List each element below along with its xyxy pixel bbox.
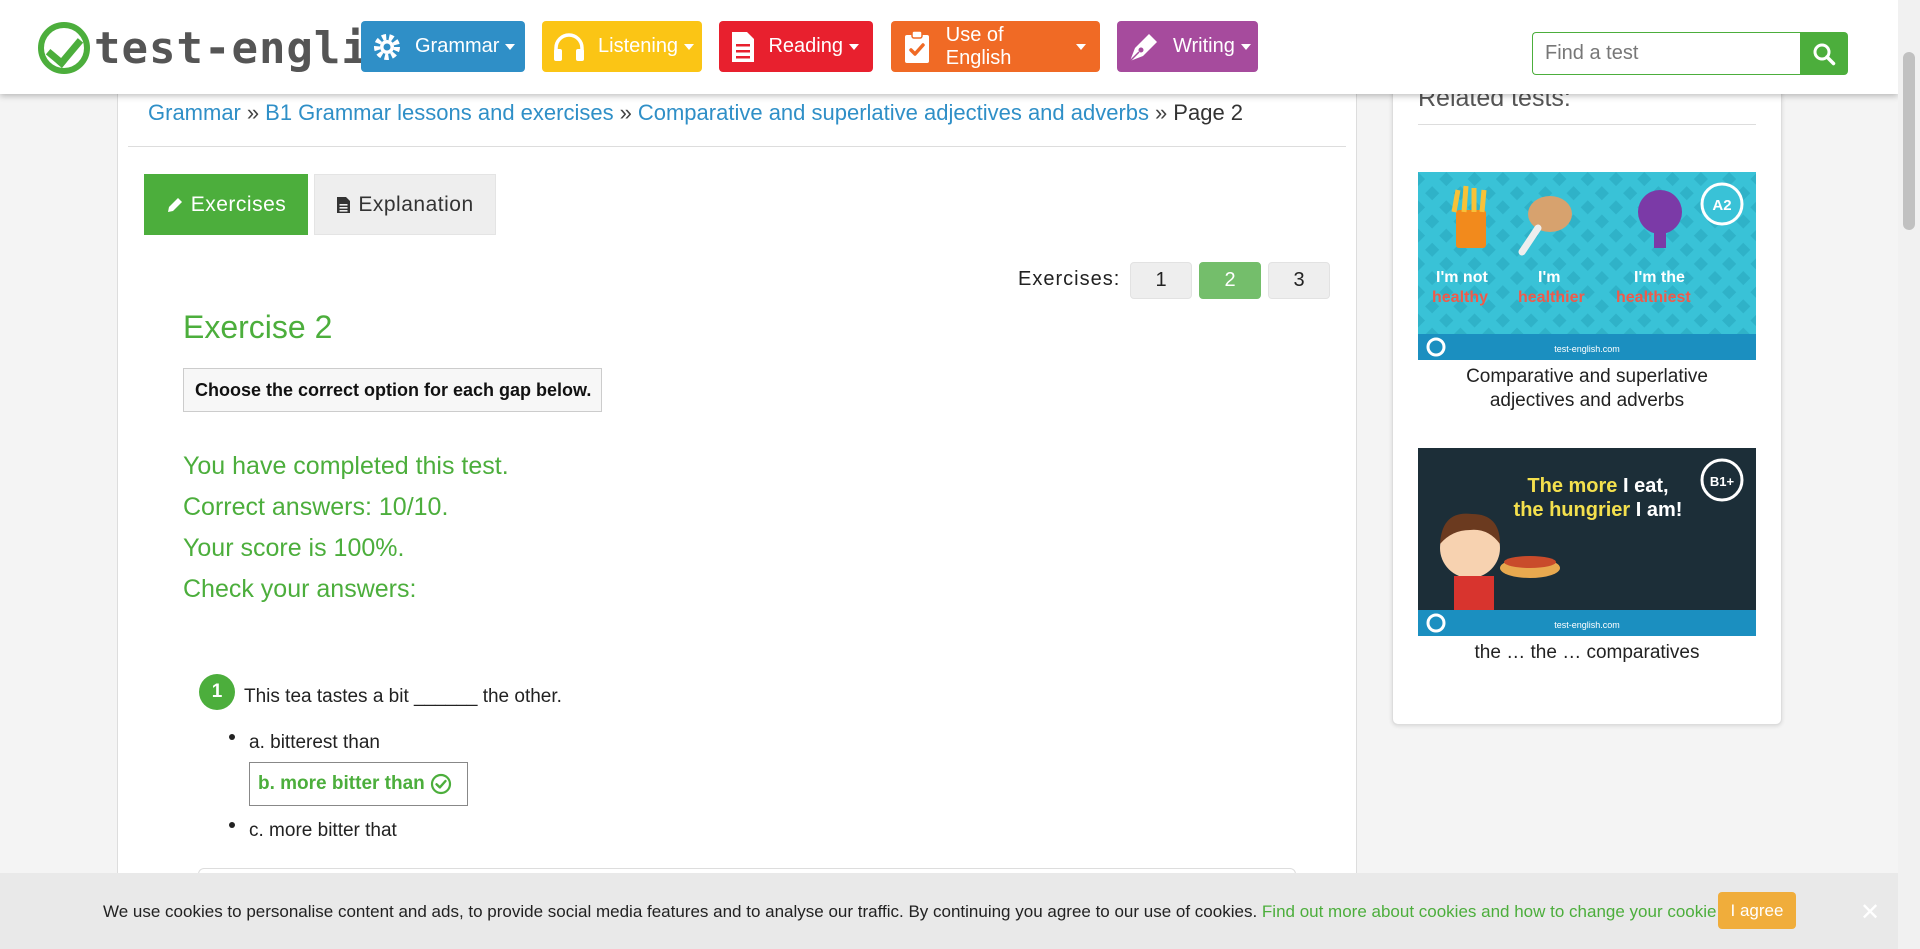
scrollbar-thumb[interactable] — [1903, 52, 1915, 230]
svg-text:The more I eat,: The more I eat, — [1527, 475, 1668, 497]
option-bullet — [229, 734, 235, 740]
svg-text:healthier: healthier — [1518, 289, 1585, 306]
check-circle-icon — [430, 773, 451, 795]
breadcrumb-link-comparatives[interactable]: Comparative and superlative adjectives a… — [638, 100, 1149, 125]
close-icon[interactable]: ✕ — [1860, 898, 1880, 927]
svg-text:B1+: B1+ — [1710, 474, 1735, 489]
nav-reading-label: Reading — [768, 35, 843, 57]
svg-text:test-english.com: test-english.com — [1554, 620, 1620, 630]
pencil-icon — [167, 197, 182, 212]
chevron-down-icon — [1240, 43, 1251, 50]
comparatives-image: test-english.com A2 I'm not I'm I'm the … — [1418, 172, 1756, 360]
search-icon — [1813, 43, 1836, 65]
search-input[interactable] — [1532, 32, 1800, 75]
result-completed: You have completed this test. — [183, 452, 509, 480]
logo-check-icon — [38, 22, 90, 74]
search-button[interactable] — [1800, 32, 1848, 75]
svg-text:I'm not: I'm not — [1436, 269, 1488, 286]
related-test-caption-comparatives[interactable]: Comparative and superlative adjectives a… — [1418, 365, 1756, 413]
breadcrumb-link-grammar[interactable]: Grammar — [148, 100, 241, 125]
nav-writing-label: Writing — [1173, 35, 1235, 57]
headphones-icon — [552, 30, 586, 64]
chevron-down-icon — [505, 43, 516, 50]
cookie-text: We use cookies to personalise content an… — [103, 902, 1258, 921]
svg-text:healthy: healthy — [1432, 289, 1488, 306]
breadcrumb-separator: » — [619, 100, 632, 125]
svg-text:I'm: I'm — [1538, 269, 1560, 286]
file-text-icon — [337, 196, 351, 213]
exercise-page-3-button[interactable]: 3 — [1268, 262, 1330, 299]
svg-text:test-english.com: test-english.com — [1554, 344, 1620, 354]
exercise-page-2-button[interactable]: 2 — [1199, 262, 1261, 299]
option-a: a. bitterest than — [249, 732, 380, 753]
nav-writing-dropdown[interactable]: Writing — [1117, 21, 1258, 72]
nav-grammar-dropdown[interactable]: Grammar — [361, 21, 525, 72]
related-test-thumbnail-comparatives[interactable]: test-english.com A2 I'm not I'm I'm the … — [1418, 172, 1756, 360]
breadcrumb-link-b1-grammar[interactable]: B1 Grammar lessons and exercises — [265, 100, 613, 125]
breadcrumb-separator: » — [1155, 100, 1168, 125]
top-navbar: test-english Grammar Listening Reading U… — [0, 0, 1898, 94]
breadcrumb-divider — [128, 146, 1346, 147]
option-c: c. more bitter that — [249, 820, 397, 841]
result-correct-answers: Correct answers: 10/10. — [183, 493, 449, 521]
question-number-badge: 1 — [199, 674, 235, 710]
chevron-down-icon — [684, 43, 695, 50]
result-score: Your score is 100%. — [183, 534, 405, 562]
exercises-pagination-label: Exercises: — [1018, 268, 1121, 290]
tab-exercises-label: Exercises — [190, 192, 287, 216]
cookie-agree-button[interactable]: I agree — [1718, 892, 1796, 929]
option-bullet — [229, 822, 235, 828]
svg-text:A2: A2 — [1712, 197, 1731, 214]
gear-icon — [371, 30, 403, 64]
document-icon — [729, 30, 756, 64]
tab-exercises[interactable]: Exercises — [144, 174, 308, 235]
exercise-instruction: Choose the correct option for each gap b… — [183, 368, 602, 412]
related-test-caption-the-the[interactable]: the … the … comparatives — [1418, 641, 1756, 665]
nav-reading-dropdown[interactable]: Reading — [719, 21, 873, 72]
the-the-comparatives-image: test-english.com B1+ The more I eat, the… — [1418, 448, 1756, 636]
cookie-settings-link[interactable]: Find out more about cookies and how to c… — [1262, 902, 1780, 921]
question-text: This tea tastes a bit ______ the other. — [244, 686, 562, 707]
nav-use-of-english-dropdown[interactable]: Use of English — [891, 21, 1100, 72]
tab-explanation-label: Explanation — [358, 192, 474, 216]
chevron-down-icon — [1076, 43, 1086, 50]
svg-text:healthiest: healthiest — [1616, 289, 1691, 306]
svg-text:I'm the: I'm the — [1634, 269, 1685, 286]
option-b-correct: b. more bitter than — [249, 762, 468, 806]
svg-text:the hungrier I am!: the hungrier I am! — [1514, 499, 1683, 521]
nav-listening-dropdown[interactable]: Listening — [542, 21, 702, 72]
caption-line: adjectives and adverbs — [1489, 390, 1685, 411]
related-test-thumbnail-the-the[interactable]: test-english.com B1+ The more I eat, the… — [1418, 448, 1756, 636]
option-b-label: b. more bitter than — [258, 773, 425, 794]
chevron-down-icon — [849, 43, 859, 50]
nav-use-of-english-label: Use of English — [945, 23, 1012, 69]
search-form — [1532, 32, 1848, 75]
cookie-message: We use cookies to personalise content an… — [103, 902, 1780, 922]
breadcrumb: Grammar» B1 Grammar lessons and exercises… — [148, 100, 1243, 126]
breadcrumb-current: Page 2 — [1173, 100, 1244, 125]
exercise-title: Exercise 2 — [183, 309, 333, 345]
caption-line: Comparative and superlative — [1466, 366, 1708, 387]
breadcrumb-separator: » — [246, 100, 260, 125]
nav-listening-label: Listening — [598, 35, 679, 57]
exercise-page-1-button[interactable]: 1 — [1130, 262, 1192, 299]
result-check-answers: Check your answers: — [183, 575, 417, 603]
related-tests-divider — [1418, 124, 1756, 125]
pen-icon — [1127, 30, 1161, 64]
clipboard-check-icon — [901, 29, 934, 64]
nav-grammar-label: Grammar — [415, 35, 500, 57]
tab-explanation[interactable]: Explanation — [314, 174, 496, 235]
